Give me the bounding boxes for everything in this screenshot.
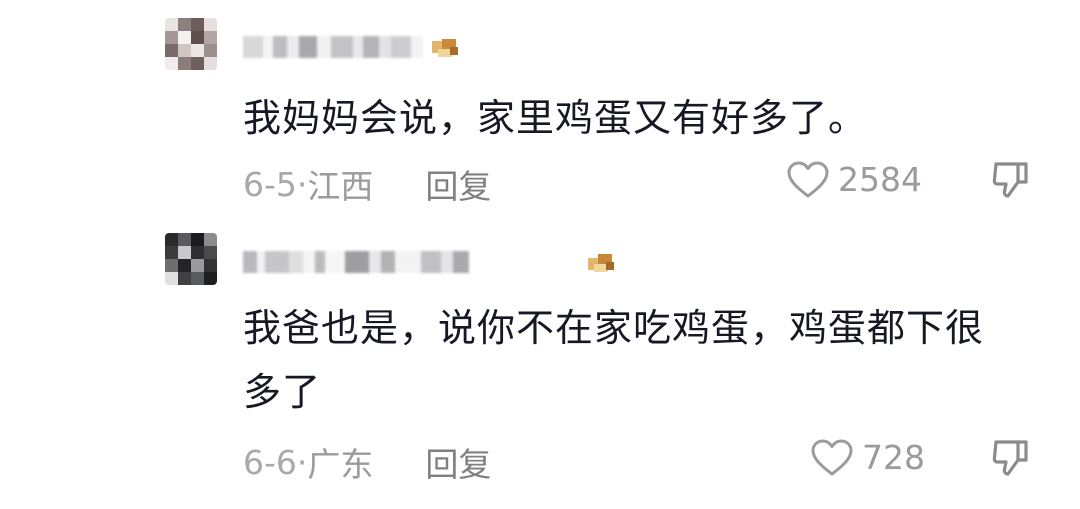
avatar[interactable] [165, 18, 217, 70]
thumbs-down-icon [992, 440, 1028, 476]
user-badge-icon [586, 252, 618, 274]
username-blurred[interactable] [243, 247, 469, 277]
dislike-button[interactable] [990, 158, 1032, 204]
like-button[interactable]: 2584 [786, 160, 922, 199]
comment-text: 我妈妈会说，家里鸡蛋又有好多了。 [243, 96, 868, 140]
comment-text-line: 我爸也是，说你不在家吃鸡蛋，鸡蛋都下很 [243, 306, 985, 350]
comment-text: 我爸也是，说你不在家吃鸡蛋，鸡蛋都下很 多了 [243, 296, 1033, 424]
comment-meta: 6-5· 江西 回复 [243, 160, 491, 208]
avatar[interactable] [165, 233, 217, 285]
dislike-button[interactable] [990, 436, 1032, 482]
comment-location: 江西 [307, 167, 374, 206]
user-badge-icon [430, 37, 462, 59]
like-count: 2584 [838, 160, 922, 199]
comment-date: 6-6· [243, 442, 308, 482]
heart-outline-icon [787, 161, 829, 197]
like-button[interactable]: 728 [810, 438, 925, 477]
like-count: 728 [862, 438, 925, 477]
comment-date: 6-5· [243, 164, 308, 204]
thumbs-down-icon [992, 162, 1028, 198]
username-blurred[interactable] [243, 32, 423, 62]
comment-location: 广东 [307, 445, 374, 484]
reply-button[interactable]: 回复 [425, 438, 491, 486]
reply-button[interactable]: 回复 [425, 160, 491, 208]
heart-outline-icon [811, 439, 853, 475]
comment-meta: 6-6· 广东 回复 [243, 438, 491, 486]
comment-text-line: 多了 [243, 370, 322, 414]
